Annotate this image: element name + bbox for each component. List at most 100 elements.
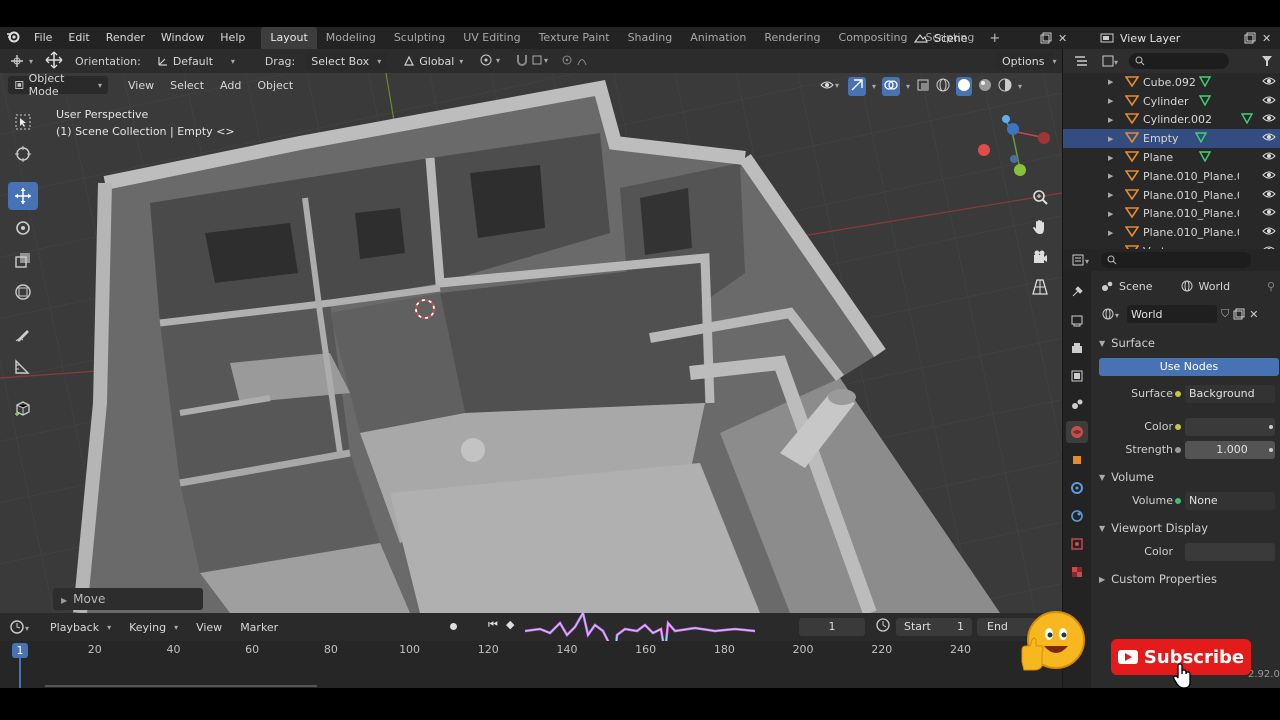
surface-shader-field[interactable]: Background: [1185, 384, 1275, 403]
chevron-down-icon[interactable]: ▾: [872, 82, 876, 91]
texture-tab-icon[interactable]: [1066, 561, 1088, 583]
tab-sculpting[interactable]: Sculpting: [385, 27, 454, 49]
visibility-eye-icon[interactable]: [1262, 170, 1276, 183]
expand-triangle-icon[interactable]: ▶: [1108, 210, 1113, 218]
mode-dropdown[interactable]: Object Mode ▾: [8, 72, 108, 98]
world-name-field[interactable]: World: [1127, 305, 1217, 323]
menu-select[interactable]: Select: [164, 79, 210, 92]
view-layer-selector[interactable]: View Layer ✕: [1100, 29, 1276, 47]
xray-icon[interactable]: [916, 78, 930, 95]
world-tab-icon[interactable]: [1066, 421, 1088, 443]
timeline-track[interactable]: 20 40 60 80 100 120 140 160 180 200 220 240 1: [0, 641, 1062, 688]
rotate-tool-button[interactable]: [8, 214, 38, 242]
viewport-display-panel-header[interactable]: ▼ Viewport Display: [1091, 516, 1280, 540]
expand-triangle-icon[interactable]: ▶: [1108, 97, 1113, 105]
tab-animation[interactable]: Animation: [681, 27, 755, 49]
menu-add[interactable]: Add: [214, 79, 247, 92]
unlink-world-icon[interactable]: ✕: [1249, 308, 1258, 321]
pan-button[interactable]: [1025, 213, 1055, 241]
duplicate-world-icon[interactable]: [1233, 308, 1245, 320]
menu-help[interactable]: Help: [212, 27, 253, 49]
timeline-scrollbar[interactable]: [45, 685, 317, 687]
object-data-tab-icon[interactable]: [1066, 533, 1088, 555]
display-mode-icon[interactable]: ▾: [1101, 54, 1119, 68]
chevron-down-icon[interactable]: ▾: [1018, 82, 1022, 91]
outliner-item[interactable]: ▶ Cube.092: [1063, 73, 1280, 92]
add-cube-tool-button[interactable]: [8, 394, 38, 422]
custom-properties-panel-header[interactable]: ▶ Custom Properties: [1091, 567, 1280, 591]
surface-panel-header[interactable]: ▼ Surface: [1091, 331, 1280, 355]
visibility-eye-icon[interactable]: [1262, 189, 1276, 202]
object-tab-icon[interactable]: [1066, 449, 1088, 471]
visibility-eye-icon[interactable]: [1262, 207, 1276, 220]
close-scene-icon[interactable]: ✕: [1058, 32, 1067, 45]
keyframe-dot-icon[interactable]: [1269, 447, 1273, 452]
tab-texture-paint[interactable]: Texture Paint: [530, 27, 619, 49]
pin-icon[interactable]: ⚲: [1267, 280, 1275, 293]
outliner-item[interactable]: ▶ Cylinder: [1063, 92, 1280, 111]
tool-tab-icon[interactable]: [1066, 281, 1088, 303]
menu-window[interactable]: Window: [153, 27, 212, 49]
zoom-button[interactable]: [1025, 183, 1055, 211]
transform-orientation-dropdown[interactable]: Global ▾: [397, 52, 469, 70]
proportional-edit-icon[interactable]: [561, 53, 591, 70]
material-shading-icon[interactable]: [978, 78, 992, 95]
expand-triangle-icon[interactable]: ▶: [1108, 135, 1113, 143]
camera-view-button[interactable]: [1025, 243, 1055, 271]
annotate-tool-button[interactable]: [8, 320, 38, 348]
menu-object[interactable]: Object: [251, 79, 299, 92]
use-nodes-button[interactable]: Use Nodes: [1099, 358, 1279, 376]
physics-tab-icon[interactable]: [1066, 505, 1088, 527]
world-browse-icon[interactable]: ▾: [1101, 307, 1123, 321]
expand-triangle-icon[interactable]: ▶: [1108, 78, 1113, 86]
properties-search-input[interactable]: [1101, 252, 1251, 268]
visibility-eye-icon[interactable]: [1262, 95, 1276, 108]
outliner-item[interactable]: ▶ Plane.010_Plane.003: [1063, 205, 1280, 224]
modifier-tab-icon[interactable]: [1066, 477, 1088, 499]
render-tab-icon[interactable]: [1066, 309, 1088, 331]
tab-modeling[interactable]: Modeling: [317, 27, 385, 49]
move-tool-button[interactable]: [8, 182, 38, 210]
drag-dropdown[interactable]: Select Box ▾: [305, 52, 388, 70]
viewport-color-swatch[interactable]: [1185, 542, 1275, 561]
timeline-view-menu[interactable]: View: [190, 621, 228, 634]
visibility-eye-icon[interactable]: [1262, 226, 1276, 239]
playback-menu[interactable]: Playback ▾: [44, 618, 117, 636]
scene-selector[interactable]: Scene ✕: [914, 29, 1074, 47]
keyframe-dot-icon[interactable]: [1269, 424, 1273, 429]
jump-start-icon[interactable]: ⏮: [488, 618, 498, 632]
outliner-item[interactable]: ▶ Plane.010_Plane.002: [1063, 186, 1280, 205]
wireframe-shading-icon[interactable]: [936, 78, 950, 95]
menu-render[interactable]: Render: [98, 27, 153, 49]
options-dropdown[interactable]: Options ▾: [996, 52, 1056, 70]
tab-layout[interactable]: Layout: [261, 27, 317, 49]
strength-field[interactable]: 1.000: [1185, 440, 1275, 459]
color-swatch[interactable]: [1185, 417, 1275, 436]
tab-rendering[interactable]: Rendering: [755, 27, 829, 49]
editor-type-icon[interactable]: ▾: [8, 54, 33, 68]
visibility-eye-icon[interactable]: [1262, 132, 1276, 145]
record-button[interactable]: [447, 620, 459, 632]
menu-edit[interactable]: Edit: [60, 27, 97, 49]
playhead-marker[interactable]: 1: [12, 643, 28, 658]
menu-file[interactable]: File: [26, 27, 60, 49]
timeline-editor-icon[interactable]: ▾: [10, 620, 34, 634]
copy-view-layer-icon[interactable]: [1244, 32, 1256, 44]
visibility-eye-icon[interactable]: [1262, 113, 1276, 126]
chevron-down-icon[interactable]: ▾: [906, 82, 910, 91]
last-operator-panel[interactable]: ▶ Move: [53, 588, 203, 610]
outliner-item[interactable]: ▶ Empty: [1063, 129, 1280, 149]
perspective-toggle-button[interactable]: [1025, 273, 1055, 301]
measure-tool-button[interactable]: [8, 352, 38, 380]
properties-editor-icon[interactable]: ▾: [1071, 253, 1091, 267]
3d-viewport[interactable]: User Perspective (1) Scene Collection | …: [0, 73, 1062, 613]
solid-shading-icon[interactable]: [956, 76, 973, 96]
outliner-item[interactable]: ▶ Cylinder.002: [1063, 111, 1280, 130]
snap-icon[interactable]: ▾: [515, 53, 551, 70]
current-frame-field[interactable]: 1: [799, 618, 865, 636]
copy-scene-icon[interactable]: [1040, 32, 1052, 44]
filter-icon[interactable]: [1260, 54, 1274, 68]
tab-uv-editing[interactable]: UV Editing: [454, 27, 529, 49]
tab-shading[interactable]: Shading: [619, 27, 682, 49]
outliner-search-input[interactable]: [1129, 53, 1229, 69]
